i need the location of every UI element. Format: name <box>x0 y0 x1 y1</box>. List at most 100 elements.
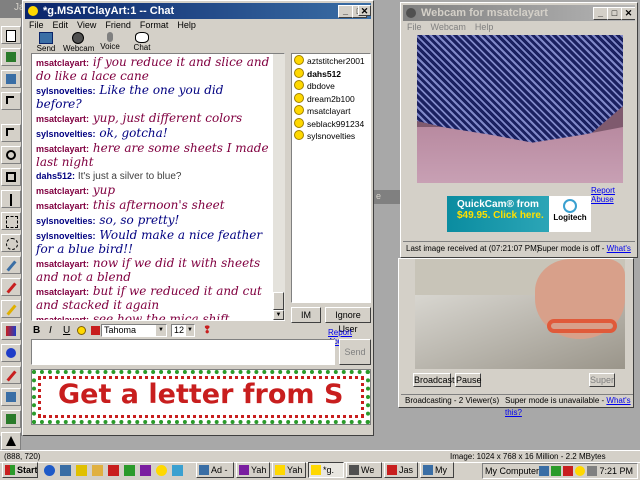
menu-file[interactable]: File <box>29 20 44 30</box>
task-ad[interactable]: Ad - <box>196 462 234 478</box>
chat-titlebar[interactable]: *g.MSATClayArt:1 -- Chat _ □ <box>25 3 371 19</box>
menu-friend[interactable]: Friend <box>105 20 131 30</box>
tray-icon-3[interactable] <box>563 466 573 476</box>
app-icon[interactable] <box>172 465 183 476</box>
webcam-menu-help[interactable]: Help <box>475 22 494 32</box>
message-author[interactable]: msatclayart: <box>36 201 89 211</box>
tray-icon-1[interactable] <box>539 466 549 476</box>
message-author[interactable]: sylsnovelties: <box>36 129 96 139</box>
new-tool-button[interactable] <box>1 26 21 44</box>
pause-button[interactable]: Pause <box>455 373 482 387</box>
task-webcam[interactable]: We <box>346 462 382 478</box>
shape-tool-button[interactable] <box>1 432 21 450</box>
user-list-item[interactable]: dahs512 <box>294 67 368 81</box>
message-author[interactable]: msatclayart: <box>36 315 89 320</box>
arrow-tool-button[interactable] <box>1 92 21 110</box>
grid-tool-button[interactable] <box>1 48 21 66</box>
pointer-tool-button[interactable] <box>1 124 21 142</box>
bold-button[interactable]: B <box>33 325 40 336</box>
message-author[interactable]: msatclayart: <box>36 144 89 154</box>
italic-button[interactable]: I <box>49 325 52 336</box>
task-chat[interactable]: *g. <box>308 462 344 478</box>
user-list-item[interactable]: dream2b100 <box>294 92 368 106</box>
media-icon[interactable] <box>124 465 135 476</box>
ie-icon[interactable] <box>44 465 55 476</box>
webcam-menu-webcam[interactable]: Webcam <box>431 22 466 32</box>
voice-button[interactable]: Voice <box>95 31 125 53</box>
banner-ad[interactable]: Get a letter from S <box>31 369 371 425</box>
lasso-tool-button[interactable] <box>1 234 21 252</box>
tray-icon-2[interactable] <box>551 466 561 476</box>
move-tool-button[interactable] <box>1 190 21 208</box>
ignore-user-button[interactable]: Ignore User <box>325 307 371 334</box>
webcam-button[interactable]: Webcam <box>63 31 94 53</box>
webcam-close-button[interactable]: ✕ <box>621 7 635 20</box>
chat-button[interactable]: Chat <box>127 31 157 53</box>
color-tool-button[interactable] <box>1 322 21 340</box>
task-mycomputer[interactable]: My <box>420 462 454 478</box>
broadcast-button[interactable]: Broadcast <box>413 373 455 387</box>
tray-icon-4[interactable] <box>575 466 585 476</box>
super-button[interactable]: Super <box>589 373 615 387</box>
webcam-report-abuse-link[interactable]: Report Abuse <box>591 186 637 204</box>
webcam-minimize-button[interactable]: _ <box>593 7 608 20</box>
scroll-down-arrow[interactable]: ▼ <box>273 310 284 320</box>
quickcam-ad[interactable]: QuickCam® from $49.95. Click here. Logit… <box>447 196 591 232</box>
messenger-icon[interactable] <box>156 465 167 476</box>
brush-tool-button[interactable] <box>1 278 21 296</box>
paint-icon[interactable] <box>108 465 119 476</box>
start-button[interactable]: Start <box>2 462 38 478</box>
desktop-icon[interactable] <box>60 465 71 476</box>
im-button[interactable]: IM <box>291 307 321 323</box>
user-list-item[interactable]: sylsnovelties <box>294 130 368 143</box>
folder-icon[interactable] <box>92 465 103 476</box>
scroll-thumb[interactable] <box>273 292 284 310</box>
menu-edit[interactable]: Edit <box>53 20 69 30</box>
task-yahoo-2[interactable]: Yah <box>272 462 306 478</box>
crop-tool-button[interactable] <box>1 168 21 186</box>
yahoo-icon[interactable] <box>140 465 151 476</box>
smiley-icon[interactable] <box>77 326 86 335</box>
close-button[interactable]: ✕ <box>358 5 371 16</box>
font-select[interactable]: Tahoma ▼ <box>101 324 167 337</box>
dropper-tool-button[interactable] <box>1 256 21 274</box>
message-author[interactable]: sylsnovelties: <box>36 216 96 226</box>
user-list-item[interactable]: seblack991234 <box>294 117 368 131</box>
message-author[interactable]: msatclayart: <box>36 58 89 68</box>
user-list-item[interactable]: dbdove <box>294 80 368 93</box>
fill-tool-button[interactable] <box>1 388 21 406</box>
outlook-icon[interactable] <box>76 465 87 476</box>
message-author[interactable]: sylsnovelties: <box>36 231 96 241</box>
task-yahoo-1[interactable]: Yah <box>236 462 270 478</box>
selection-tool-button[interactable] <box>1 212 21 230</box>
webcam-titlebar[interactable]: Webcam for msatclayart _ □ ✕ <box>403 5 635 21</box>
user-list-item[interactable]: aztstitcher2001 <box>294 55 368 68</box>
message-author[interactable]: msatclayart: <box>36 259 89 269</box>
menu-help[interactable]: Help <box>177 20 196 30</box>
clone-tool-button[interactable] <box>1 344 21 362</box>
pencil-tool-button[interactable] <box>1 300 21 318</box>
webcam-menu-file[interactable]: File <box>407 22 422 32</box>
minimize-button[interactable]: _ <box>338 5 353 18</box>
size-select[interactable]: 12 ▼ <box>171 324 195 337</box>
message-author[interactable]: sylsnovelties: <box>36 86 96 96</box>
text-color-icon[interactable] <box>91 326 100 335</box>
message-author[interactable]: msatclayart: <box>36 287 89 297</box>
eraser-tool-button[interactable] <box>1 366 21 384</box>
tray-my-computer[interactable]: My Computer <box>485 464 539 478</box>
message-author[interactable]: msatclayart: <box>36 186 89 196</box>
user-list-item[interactable]: msatclayart <box>294 105 368 118</box>
message-input[interactable] <box>31 339 335 365</box>
alert-icon[interactable]: ❢ <box>203 325 211 336</box>
window-tool-button[interactable] <box>1 70 21 88</box>
message-author[interactable]: dahs512: <box>36 171 75 181</box>
speaker-icon[interactable] <box>587 466 597 476</box>
send-button[interactable]: Send <box>339 339 371 365</box>
menu-view[interactable]: View <box>77 20 96 30</box>
send-file-button[interactable]: Send File <box>31 31 61 62</box>
zoom-tool-button[interactable] <box>1 146 21 164</box>
menu-format[interactable]: Format <box>140 20 169 30</box>
home-tool-button[interactable] <box>1 410 21 428</box>
chat-scrollbar[interactable]: ▼ <box>273 54 285 320</box>
underline-button[interactable]: U <box>63 325 70 336</box>
